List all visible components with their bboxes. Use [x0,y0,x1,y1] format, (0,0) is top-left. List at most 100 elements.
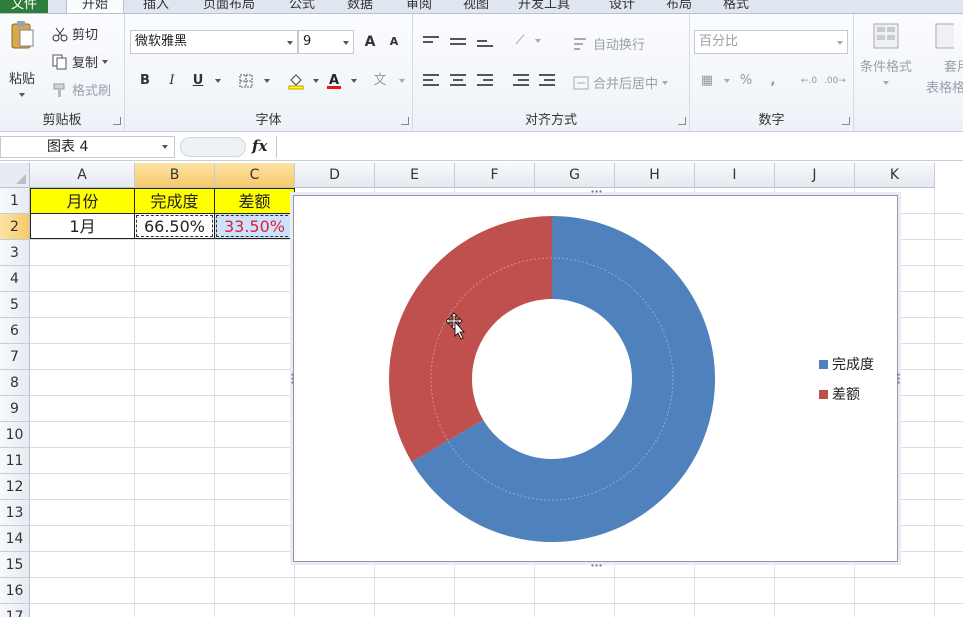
column-header-c[interactable]: C [215,163,295,188]
chevron-down-icon[interactable] [215,79,221,83]
cell-c1[interactable]: 差额 [214,188,295,214]
accounting-format-button[interactable]: ▦ [696,70,718,92]
column-header-d[interactable]: D [295,163,375,188]
cell-b1[interactable]: 完成度 [134,188,215,214]
copy-button[interactable]: 复制 [52,52,109,71]
row-header-3[interactable]: 3 [0,240,30,266]
increase-decimal-button[interactable]: ←.0 [798,70,820,92]
column-header-h[interactable]: H [615,163,695,188]
conditional-formatting-button[interactable]: 条件格式 [860,22,912,85]
align-top-icon[interactable] [423,36,439,48]
legend-item-completion[interactable]: 完成度 [819,354,874,374]
tab-file[interactable]: 文件 [0,0,48,13]
chart-plot-area[interactable] [294,196,899,563]
increase-indent-icon[interactable] [539,74,555,86]
formula-input[interactable] [276,136,963,158]
row-header-17[interactable]: 17 [0,604,30,617]
align-center-icon[interactable] [450,74,466,86]
row-header-5[interactable]: 5 [0,292,30,318]
cell-b2[interactable]: 66.50% [134,213,215,239]
row-header-12[interactable]: 12 [0,474,30,500]
merge-center-button[interactable]: 合并后居中 [573,73,669,92]
cell-c2[interactable]: 33.50% [214,213,295,239]
legend-item-diff[interactable]: 差额 [819,384,860,404]
dialog-launcher-icon[interactable] [678,117,686,125]
dialog-launcher-icon[interactable] [842,117,850,125]
row-header-15[interactable]: 15 [0,552,30,578]
row-header-7[interactable]: 7 [0,344,30,370]
tab-layout[interactable]: 布局 [655,0,703,13]
row-header-8[interactable]: 8 [0,370,30,396]
row-header-2[interactable]: 2 [0,214,30,240]
chevron-down-icon[interactable] [724,79,730,83]
resize-handle-left[interactable]: ∙∙∙ [288,372,297,384]
doughnut-chart[interactable]: 完成度 差额 ∙∙∙ ∙∙∙ ∙∙∙ ∙∙∙ [288,187,903,570]
row-header-11[interactable]: 11 [0,448,30,474]
bold-button[interactable]: B [134,70,156,92]
row-header-4[interactable]: 4 [0,266,30,292]
column-header-j[interactable]: J [775,163,855,188]
chevron-down-icon[interactable] [313,79,319,83]
column-header-k[interactable]: K [855,163,935,188]
align-left-icon[interactable] [423,74,439,86]
font-name-combo[interactable]: 微软雅黑 [130,30,298,54]
cell-a2[interactable]: 1月 [30,213,135,239]
chevron-down-icon[interactable] [535,39,541,43]
column-header-b[interactable]: B [135,163,215,188]
align-middle-icon[interactable] [450,38,466,50]
column-header-e[interactable]: E [375,163,455,188]
row-header-16[interactable]: 16 [0,578,30,604]
align-bottom-icon[interactable] [477,40,493,52]
doughnut-slice-diff[interactable] [389,216,552,462]
resize-handle-right[interactable]: ∙∙∙ [894,372,903,384]
paste-button[interactable]: 粘贴 [4,20,40,97]
wrap-text-button[interactable]: 自动换行 [573,34,645,53]
tab-review[interactable]: 审阅 [395,0,443,13]
cut-button[interactable]: 剪切 [52,24,98,43]
dialog-launcher-icon[interactable] [113,117,121,125]
resize-handle-bottom[interactable]: ∙∙∙ [590,561,603,570]
tab-view[interactable]: 视图 [452,0,500,13]
align-right-icon[interactable] [477,74,493,86]
format-painter-button[interactable]: 格式刷 [52,80,111,99]
column-header-i[interactable]: I [695,163,775,188]
number-format-combo[interactable]: 百分比 [694,30,848,54]
row-header-13[interactable]: 13 [0,500,30,526]
percent-style-button[interactable]: % [735,70,757,92]
borders-button[interactable] [235,70,257,92]
orientation-button[interactable]: ⟋ [509,30,531,52]
format-as-table-button[interactable]: 套用 表格格 [926,22,963,96]
row-header-9[interactable]: 9 [0,396,30,422]
name-box[interactable]: 图表 4 [0,136,175,158]
tab-insert[interactable]: 插入 [132,0,180,13]
row-header-1[interactable]: 1 [0,188,30,214]
tab-formulas[interactable]: 公式 [278,0,326,13]
column-header-g[interactable]: G [535,163,615,188]
decrease-indent-icon[interactable] [513,74,529,86]
row-header-10[interactable]: 10 [0,422,30,448]
row-header-14[interactable]: 14 [0,526,30,552]
chevron-down-icon[interactable] [399,79,405,83]
tab-format[interactable]: 格式 [712,0,760,13]
tab-home[interactable]: 开始 [66,0,124,13]
column-header-a[interactable]: A [30,163,135,188]
tab-developer[interactable]: 开发工具 [508,0,580,13]
row-header-6[interactable]: 6 [0,318,30,344]
chevron-down-icon[interactable] [264,79,270,83]
chevron-down-icon[interactable] [351,79,357,83]
column-header-f[interactable]: F [455,163,535,188]
underline-button[interactable]: U [187,70,209,92]
decrease-decimal-button[interactable]: .00→ [824,70,846,92]
fill-color-button[interactable] [285,70,307,92]
font-color-button[interactable]: A [323,70,345,92]
cell-a1[interactable]: 月份 [30,188,135,214]
tab-design[interactable]: 设计 [598,0,646,13]
resize-handle-top[interactable]: ∙∙∙ [590,187,603,196]
formula-bar-splitter[interactable] [180,137,246,157]
italic-button[interactable]: I [161,70,183,92]
tab-data[interactable]: 数据 [336,0,384,13]
tab-page-layout[interactable]: 页面布局 [192,0,266,13]
insert-function-icon[interactable]: fx [252,137,267,155]
dialog-launcher-icon[interactable] [401,117,409,125]
grow-font-button[interactable]: A [359,31,381,53]
